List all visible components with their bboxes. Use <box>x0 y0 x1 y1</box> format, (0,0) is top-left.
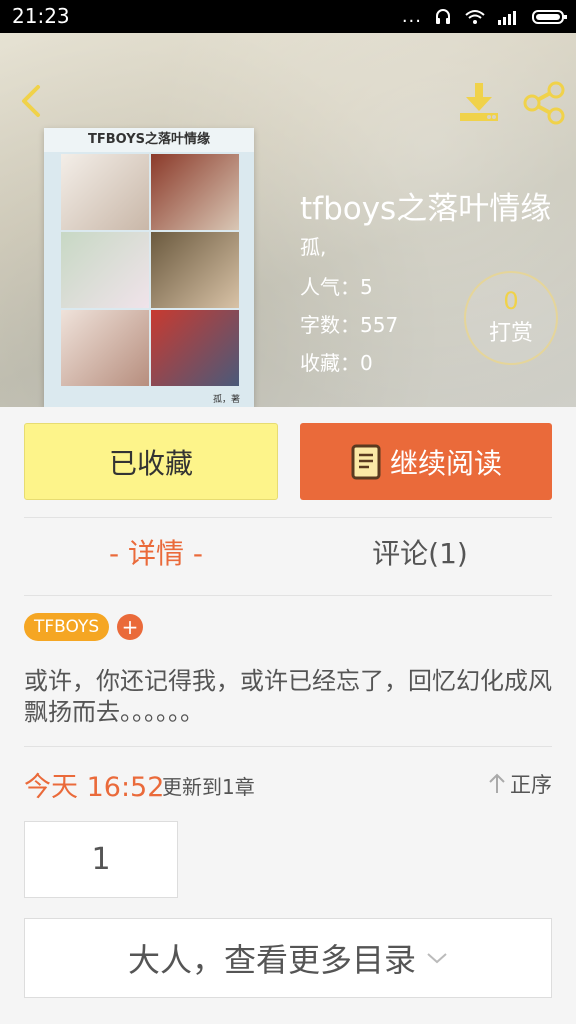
tip-count: 0 <box>503 287 519 315</box>
book-description: 或许，你还记得我，或许已经忘了，回忆幻化成风飘扬而去。。。。。。 <box>24 667 552 726</box>
headset-icon <box>436 9 450 24</box>
continue-reading-label: 继续阅读 <box>389 446 502 480</box>
back-icon[interactable] <box>14 83 50 119</box>
share-icon[interactable] <box>520 81 568 125</box>
tab-comments[interactable]: 评论(1) <box>288 532 552 572</box>
book-title: tfboys之落叶情缘 <box>300 191 552 227</box>
continue-reading-button[interactable]: 继续阅读 <box>300 423 552 500</box>
more-catalog-button[interactable]: 大人，查看更多目录 <box>24 918 552 998</box>
more-dots: ... <box>401 6 422 27</box>
divider <box>24 595 552 596</box>
tip-button[interactable]: 0 打赏 <box>464 271 558 365</box>
status-icons: ... <box>402 8 568 26</box>
popularity-stat: 人气：5 <box>300 275 373 299</box>
update-row: 今天 16:52 更新到1章 正序 <box>24 765 552 805</box>
sort-order-label: 正序 <box>510 773 552 797</box>
cover-author: 孤，著 <box>212 395 240 405</box>
cover-photo <box>151 154 239 230</box>
sort-order-button[interactable]: 正序 <box>488 769 552 799</box>
book-icon <box>351 444 381 479</box>
update-text: 更新到1章 <box>162 775 255 799</box>
tip-label: 打赏 <box>488 321 533 346</box>
collected-label: 已收藏 <box>108 446 193 480</box>
collected-button[interactable]: 已收藏 <box>24 423 278 500</box>
download-icon[interactable] <box>456 81 502 125</box>
favorites-stat: 收藏：0 <box>300 351 373 375</box>
divider <box>24 746 552 747</box>
cover-photo <box>151 232 239 308</box>
status-bar: 21:23 ... <box>0 0 576 33</box>
cover-photo <box>61 310 149 386</box>
update-date: 今天 16:52 <box>24 772 165 803</box>
word-count-stat: 字数：557 <box>300 313 399 337</box>
add-tag-button[interactable]: + <box>117 614 143 640</box>
cover-photo <box>151 310 239 386</box>
cover-title: TFBOYS之落叶情缘 <box>44 128 254 152</box>
signal-icon <box>498 11 516 25</box>
status-time: 21:23 <box>12 4 70 28</box>
chapter-number: 1 <box>91 842 111 877</box>
chevron-down-icon <box>427 953 447 964</box>
book-author[interactable]: 孤, <box>300 231 326 260</box>
cover-photo-grid <box>59 152 239 402</box>
book-cover[interactable]: TFBOYS之落叶情缘 孤，著 <box>44 128 254 407</box>
more-catalog-label: 大人，查看更多目录 <box>127 941 416 979</box>
divider <box>24 517 552 518</box>
battery-icon <box>532 10 567 24</box>
wifi-icon <box>465 10 485 24</box>
arrow-up-icon <box>489 773 505 793</box>
tag-chip[interactable]: TFBOYS <box>24 613 110 641</box>
chapter-item[interactable]: 1 <box>24 821 178 898</box>
book-header: TFBOYS之落叶情缘 孤，著 tfboys之落叶情缘 孤, 人气：5 字数：5… <box>0 33 576 407</box>
cover-photo <box>61 232 149 308</box>
tab-detail[interactable]: - 详情 - <box>24 532 288 572</box>
cover-photo <box>61 154 149 230</box>
